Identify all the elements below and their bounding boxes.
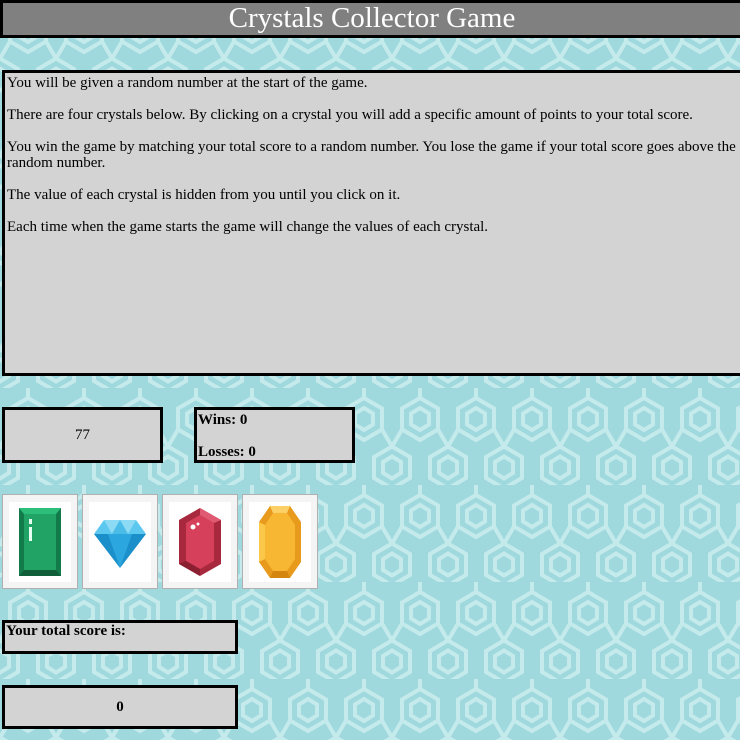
instruction-line: You win the game by matching your total …	[7, 139, 736, 171]
total-score-value: 0	[116, 699, 124, 715]
crystal-button-green[interactable]	[2, 494, 78, 589]
total-score-label: Your total score is:	[6, 623, 126, 639]
wins-row: Wins: 0	[198, 411, 352, 443]
game-title: Crystals Collector Game	[0, 0, 740, 38]
instructions-panel: You will be given a random number at the…	[2, 70, 740, 376]
red-ruby-icon	[179, 507, 221, 576]
losses-label: Losses:	[198, 444, 245, 460]
crystal-button-blue[interactable]	[82, 494, 158, 589]
yellow-topaz-icon	[259, 505, 301, 578]
crystal-button-red[interactable]	[162, 494, 238, 589]
wins-count: 0	[239, 412, 248, 428]
blue-diamond-icon	[94, 519, 146, 568]
losses-count: 0	[248, 444, 256, 460]
target-number: 77	[75, 427, 90, 443]
wins-label: Wins:	[198, 412, 237, 428]
losses-row: Losses: 0	[198, 443, 352, 475]
crystal-button-yellow[interactable]	[242, 494, 318, 589]
instruction-line: The value of each crystal is hidden from…	[7, 187, 401, 203]
target-number-box: 77	[2, 407, 163, 463]
win-loss-box: Wins: 0 Losses: 0	[194, 407, 355, 463]
instruction-line: There are four crystals below. By clicki…	[7, 107, 693, 123]
instruction-line: Each time when the game starts the game …	[7, 219, 489, 235]
green-emerald-icon	[19, 507, 61, 576]
total-score-box: 0	[2, 685, 238, 729]
instruction-line: You will be given a random number at the…	[7, 75, 368, 91]
total-score-label-box: Your total score is:	[2, 620, 238, 654]
